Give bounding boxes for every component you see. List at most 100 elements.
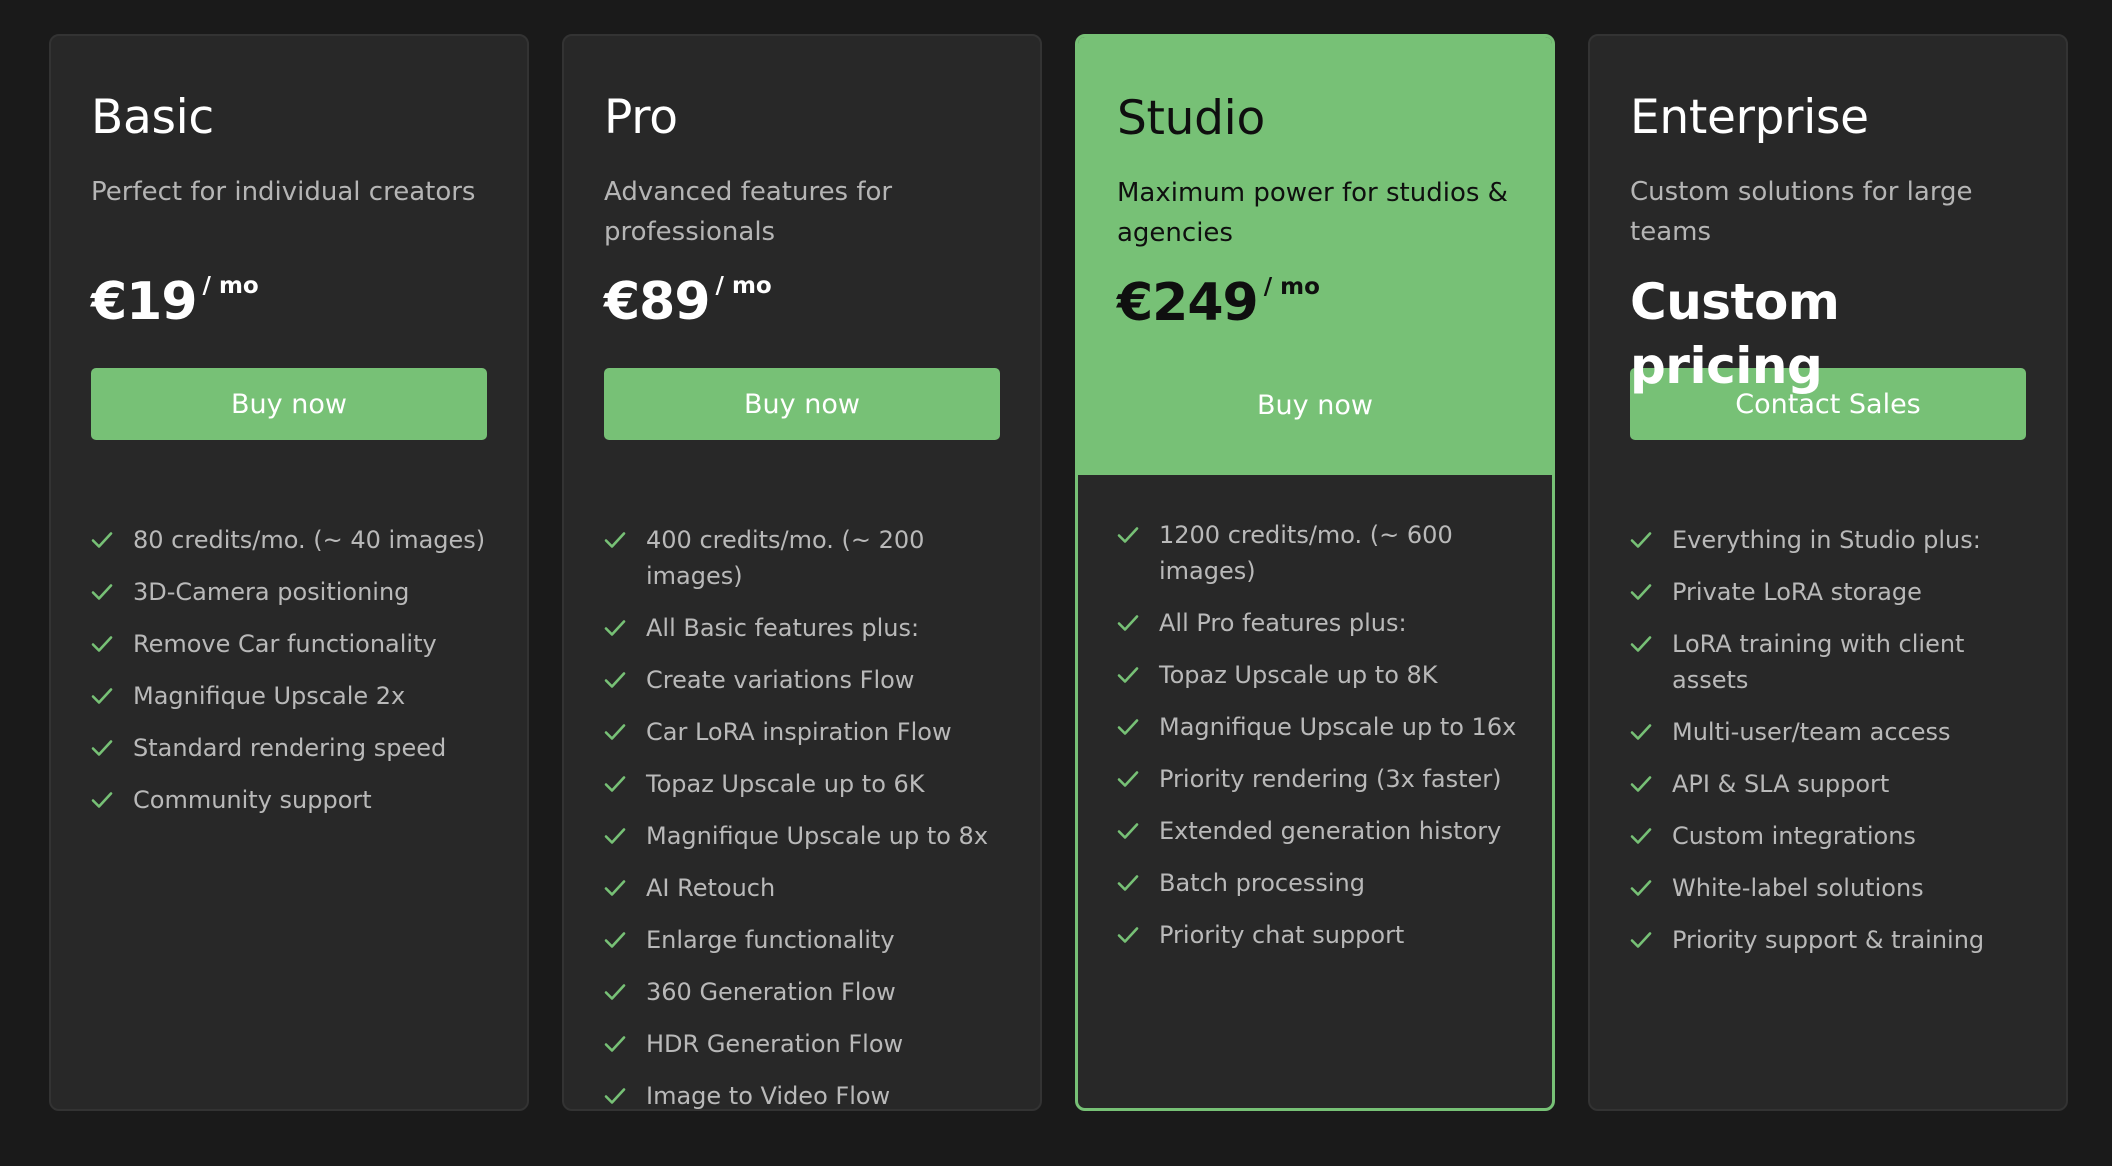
- feature-item: API & SLA support: [1630, 766, 2036, 802]
- price-row: €19 / mo: [91, 270, 487, 334]
- feature-item: Private LoRA storage: [1630, 574, 2036, 610]
- feature-item: All Basic features plus:: [604, 610, 1010, 646]
- price-row: Custom pricing: [1630, 270, 2026, 395]
- check-icon: [91, 730, 117, 766]
- feature-text: API & SLA support: [1672, 770, 1890, 798]
- check-icon: [1630, 870, 1656, 906]
- feature-item: Topaz Upscale up to 6K: [604, 766, 1010, 802]
- feature-text: Private LoRA storage: [1672, 578, 1922, 606]
- plan-header: Basic Perfect for individual creators €1…: [51, 36, 527, 476]
- feature-text: Create variations Flow: [646, 666, 915, 694]
- feature-text: Multi-user/team access: [1672, 718, 1951, 746]
- check-icon: [1117, 605, 1143, 641]
- feature-text: 400 credits/mo. (~ 200 images): [646, 526, 925, 590]
- feature-text: Batch processing: [1159, 869, 1365, 897]
- feature-item: 3D-Camera positioning: [91, 574, 497, 610]
- feature-text: Image to Video Flow: [646, 1082, 891, 1110]
- feature-text: Priority chat support: [1159, 921, 1405, 949]
- feature-item: 360 Generation Flow: [604, 974, 1010, 1010]
- check-icon: [604, 610, 630, 646]
- feature-text: Magnifique Upscale 2x: [133, 682, 406, 710]
- plan-header: Pro Advanced features for professionals …: [564, 36, 1040, 476]
- plan-card-pro: Pro Advanced features for professionals …: [562, 34, 1042, 1111]
- buy-now-button[interactable]: Buy now: [91, 368, 487, 441]
- feature-item: Magnifique Upscale up to 16x: [1117, 709, 1522, 745]
- feature-text: Topaz Upscale up to 6K: [646, 770, 925, 798]
- feature-item: Priority support & training: [1630, 922, 2036, 958]
- feature-text: Extended generation history: [1159, 817, 1502, 845]
- feature-text: Enlarge functionality: [646, 926, 895, 954]
- plan-card-basic: Basic Perfect for individual creators €1…: [49, 34, 529, 1111]
- check-icon: [1117, 813, 1143, 849]
- feature-item: Topaz Upscale up to 8K: [1117, 657, 1522, 693]
- feature-text: Magnifique Upscale up to 16x: [1159, 713, 1517, 741]
- feature-item: Community support: [91, 782, 497, 818]
- plan-name: Studio: [1117, 91, 1265, 146]
- feature-item: Extended generation history: [1117, 813, 1522, 849]
- plan-header: Enterprise Custom solutions for large te…: [1590, 36, 2066, 476]
- check-icon: [604, 1078, 630, 1109]
- price-row: €249 / mo: [1117, 271, 1513, 335]
- price-period: / mo: [715, 273, 772, 300]
- plan-price: €89: [604, 272, 711, 333]
- feature-text: Priority rendering (3x faster): [1159, 765, 1502, 793]
- pricing-plans: Basic Perfect for individual creators €1…: [49, 34, 2068, 1111]
- check-icon: [1630, 766, 1656, 802]
- check-icon: [604, 818, 630, 854]
- check-icon: [91, 678, 117, 714]
- check-icon: [1117, 761, 1143, 797]
- check-icon: [604, 1026, 630, 1062]
- feature-item: 1200 credits/mo. (~ 600 images): [1117, 517, 1522, 589]
- feature-item: Magnifique Upscale up to 8x: [604, 818, 1010, 854]
- feature-text: LoRA training with client assets: [1672, 630, 1965, 694]
- plan-card-studio: Studio Maximum power for studios & agenc…: [1075, 34, 1555, 1111]
- feature-item: LoRA training with client assets: [1630, 626, 2036, 698]
- plan-price: €249: [1117, 273, 1259, 334]
- buy-now-button[interactable]: Buy now: [1117, 369, 1513, 441]
- check-icon: [91, 522, 117, 558]
- check-icon: [1117, 517, 1143, 553]
- feature-text: 1200 credits/mo. (~ 600 images): [1159, 521, 1453, 585]
- check-icon: [91, 574, 117, 610]
- feature-item: 400 credits/mo. (~ 200 images): [604, 522, 1010, 594]
- feature-item: Magnifique Upscale 2x: [91, 678, 497, 714]
- check-icon: [91, 782, 117, 818]
- price-period: / mo: [1263, 274, 1320, 301]
- check-icon: [1630, 522, 1656, 558]
- feature-text: AI Retouch: [646, 874, 776, 902]
- feature-text: HDR Generation Flow: [646, 1030, 904, 1058]
- check-icon: [604, 522, 630, 558]
- feature-text: Everything in Studio plus:: [1672, 526, 1981, 554]
- feature-item: HDR Generation Flow: [604, 1026, 1010, 1062]
- feature-item: Image to Video Flow: [604, 1078, 1010, 1110]
- buy-now-button[interactable]: Buy now: [604, 368, 1000, 441]
- feature-item: Multi-user/team access: [1630, 714, 2036, 750]
- check-icon: [604, 974, 630, 1010]
- check-icon: [1117, 709, 1143, 745]
- feature-item: All Pro features plus:: [1117, 605, 1522, 641]
- check-icon: [1630, 818, 1656, 854]
- check-icon: [604, 870, 630, 906]
- feature-item: Priority chat support: [1117, 917, 1522, 953]
- check-icon: [91, 626, 117, 662]
- plan-description: Maximum power for studios & agencies: [1117, 178, 1508, 249]
- check-icon: [1630, 574, 1656, 610]
- feature-text: 360 Generation Flow: [646, 978, 896, 1006]
- feature-item: Enlarge functionality: [604, 922, 1010, 958]
- check-icon: [604, 714, 630, 750]
- price-row: €89 / mo: [604, 270, 1000, 334]
- check-icon: [604, 922, 630, 958]
- feature-item: Batch processing: [1117, 865, 1522, 901]
- feature-item: White-label solutions: [1630, 870, 2036, 906]
- feature-item: Custom integrations: [1630, 818, 2036, 854]
- feature-text: Remove Car functionality: [133, 630, 437, 658]
- check-icon: [1630, 714, 1656, 750]
- plan-name: Enterprise: [1630, 90, 1869, 145]
- feature-text: Custom integrations: [1672, 822, 1916, 850]
- feature-text: Topaz Upscale up to 8K: [1159, 661, 1438, 689]
- feature-text: Community support: [133, 786, 372, 814]
- plan-card-enterprise: Enterprise Custom solutions for large te…: [1588, 34, 2068, 1111]
- price-period: / mo: [202, 273, 259, 300]
- feature-list: 400 credits/mo. (~ 200 images) All Basic …: [564, 476, 1040, 1110]
- feature-item: 80 credits/mo. (~ 40 images): [91, 522, 497, 558]
